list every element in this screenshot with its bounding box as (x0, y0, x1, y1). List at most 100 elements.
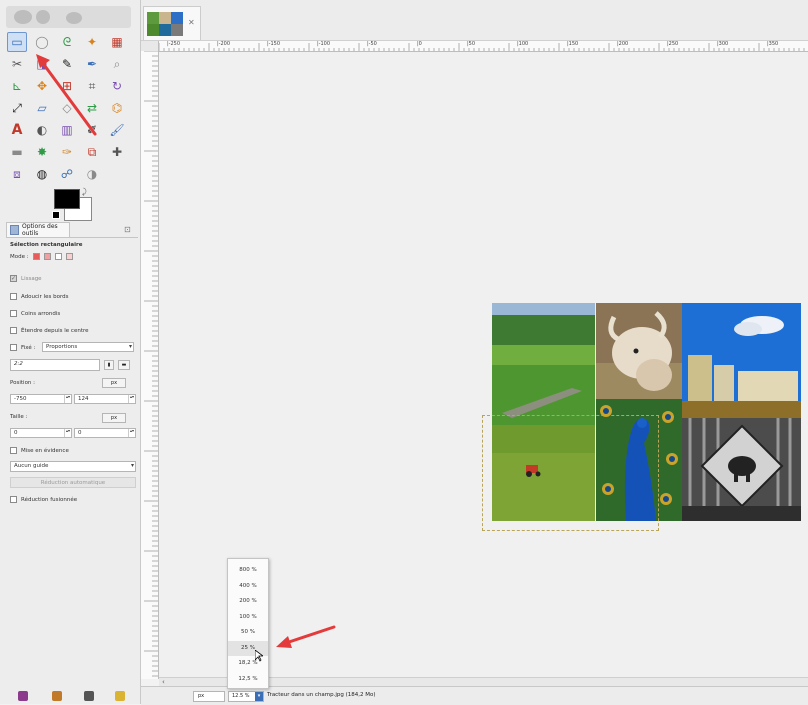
tool-move-button[interactable]: ✥ (32, 76, 52, 96)
fixed-combo[interactable]: Proportions ▾ (42, 342, 134, 352)
position-x-field[interactable]: -750 ▴▾ (10, 394, 72, 404)
tab-tool-options[interactable]: Options des outils (6, 222, 70, 237)
landscape-icon[interactable]: ▬ (118, 360, 130, 370)
tool-cage-button[interactable]: ⌬ (107, 98, 127, 118)
size-unit-combo[interactable]: px (102, 413, 126, 423)
close-tab-icon[interactable]: ✕ (188, 18, 195, 27)
scroll-left-icon[interactable]: ‹ (162, 678, 165, 686)
portrait-icon[interactable]: ▮ (104, 360, 114, 370)
vertical-ruler-ticks (144, 51, 158, 677)
spin-icon[interactable]: ▴▾ (128, 395, 135, 403)
ratio-field[interactable]: 2:2 (10, 359, 100, 371)
mode-intersect-icon[interactable] (65, 253, 73, 260)
zoom-combo[interactable]: 12.5 % ▾ (228, 691, 264, 702)
tool-rotate-button[interactable]: ↻ (107, 76, 127, 96)
tool-heal-button[interactable]: ✚ (107, 142, 127, 162)
tool-flip-button[interactable]: ⇄ (82, 98, 102, 118)
mode-add-icon[interactable] (43, 253, 51, 260)
color-area[interactable]: ⤸ (50, 187, 92, 221)
spin-icon[interactable]: ▴▾ (64, 395, 71, 403)
close-panel-icon[interactable]: ⊡ (124, 225, 131, 234)
shrink-merged-row[interactable]: Réduction fusionnée (10, 496, 77, 503)
ruler-tick-label: |-150 (267, 41, 281, 47)
swap-colors-icon[interactable]: ⤸ (82, 187, 87, 197)
tool-paintbrush-button[interactable]: 🖌 (107, 120, 127, 140)
wilber-drop-area[interactable] (6, 6, 131, 28)
auto-shrink-button[interactable]: Réduction automatique (10, 477, 136, 488)
vertical-ruler[interactable] (141, 51, 159, 679)
expand-row[interactable]: Étendre depuis le centre (10, 327, 89, 334)
tool-scissors-select-button[interactable]: ✂ (7, 54, 27, 74)
tool-airbrush-button[interactable]: ✸ (32, 142, 52, 162)
tool-crop-button[interactable]: ⌗ (82, 76, 102, 96)
tool-pencil-button[interactable]: ✐ (82, 120, 102, 140)
clone-icon: ⧉ (87, 144, 97, 159)
tool-blend-button[interactable]: ▥ (57, 120, 77, 140)
size-h-field[interactable]: 0 ▴▾ (74, 428, 136, 438)
highlight-checkbox[interactable] (10, 447, 17, 454)
fixed-checkbox[interactable] (10, 344, 17, 351)
zoom-menu-item[interactable]: 200 % (228, 594, 268, 609)
save-options-icon[interactable] (18, 691, 28, 701)
tool-shear-button[interactable]: ▱ (32, 98, 52, 118)
feather-checkbox[interactable] (10, 293, 17, 300)
zoom-menu-item[interactable]: 12,5 % (228, 672, 268, 687)
tool-clone-button[interactable]: ⧉ (82, 142, 102, 162)
tool-text-button[interactable]: A (7, 120, 27, 140)
zoom-menu-item[interactable]: 400 % (228, 579, 268, 594)
restore-options-icon[interactable] (52, 691, 62, 701)
horizontal-ruler[interactable]: |-250 |-200 |-150 |-100 |-50 |0 |50 |100 |150 |20… (159, 41, 808, 52)
tool-blur-button[interactable]: ◍ (32, 164, 52, 184)
tool-color-select-button[interactable]: ▦ (107, 32, 127, 52)
feather-row[interactable]: Adoucir les bords (10, 293, 68, 300)
tool-free-select-button[interactable]: ᘓ (57, 32, 77, 52)
guides-combo[interactable]: Aucun guide ▾ (10, 461, 136, 472)
delete-options-icon[interactable] (84, 691, 94, 701)
spin-icon[interactable]: ▴▾ (128, 429, 135, 437)
fixed-row[interactable]: Fixé : (10, 344, 35, 351)
tool-ink-button[interactable]: ✑ (57, 142, 77, 162)
tool-paths-button[interactable]: ✎ (57, 54, 77, 74)
position-unit-combo[interactable]: px (102, 378, 126, 388)
mode-subtract-icon[interactable] (54, 253, 62, 260)
tool-dodge-button[interactable]: ◑ (82, 164, 102, 184)
tool-rect-select-button[interactable]: ▭ (7, 32, 27, 52)
foreground-color-swatch[interactable] (54, 189, 80, 209)
tool-perspective-clone-button[interactable]: ⧈ (7, 164, 27, 184)
tool-smudge-button[interactable]: ☍ (57, 164, 77, 184)
tool-perspective-button[interactable]: ◇ (57, 98, 77, 118)
image-tab[interactable]: ✕ (143, 6, 201, 40)
unit-combo[interactable]: px (193, 691, 225, 702)
shrink-merged-checkbox[interactable] (10, 496, 17, 503)
size-w-field[interactable]: 0 ▴▾ (10, 428, 72, 438)
antialias-row[interactable]: ✓ Lissage (10, 275, 42, 282)
tool-ellipse-select-button[interactable]: ◯ (32, 32, 52, 52)
highlight-row[interactable]: Mise en évidence (10, 447, 69, 454)
spin-icon[interactable]: ▴▾ (64, 429, 71, 437)
rounded-checkbox[interactable] (10, 310, 17, 317)
zoom-menu-item[interactable]: 50 % (228, 625, 268, 640)
chevron-down-icon[interactable]: ▾ (255, 692, 263, 701)
tool-measure-button[interactable]: ⊾ (7, 76, 27, 96)
expand-checkbox[interactable] (10, 327, 17, 334)
tool-color-picker-button[interactable]: ✒ (82, 54, 102, 74)
rounded-row[interactable]: Coins arrondis (10, 310, 60, 317)
lasso-icon: ᘓ (62, 34, 72, 49)
tool-foreground-select-button[interactable]: ◨ (32, 54, 52, 74)
tool-eraser-button[interactable]: ▬ (7, 142, 27, 162)
tool-align-button[interactable]: ⊞ (57, 76, 77, 96)
tool-bucket-button[interactable]: ◐ (32, 120, 52, 140)
tool-zoom-button[interactable]: ⌕ (107, 54, 127, 74)
tool-fuzzy-select-button[interactable]: ✦ (82, 32, 102, 52)
scissors-icon: ✂ (11, 57, 23, 71)
image-collage[interactable] (492, 303, 801, 521)
zoom-menu-item[interactable]: 100 % (228, 610, 268, 625)
position-y-field[interactable]: 124 ▴▾ (74, 394, 136, 404)
zoom-menu-item[interactable]: 800 % (228, 563, 268, 578)
mode-replace-icon[interactable] (32, 253, 40, 260)
tool-scale-button[interactable]: ⤢ (7, 98, 27, 118)
antialias-checkbox[interactable]: ✓ (10, 275, 17, 282)
reset-colors-icon[interactable] (52, 211, 60, 219)
reset-options-icon[interactable] (115, 691, 125, 701)
ruler-tick-label: |0 (417, 41, 422, 47)
